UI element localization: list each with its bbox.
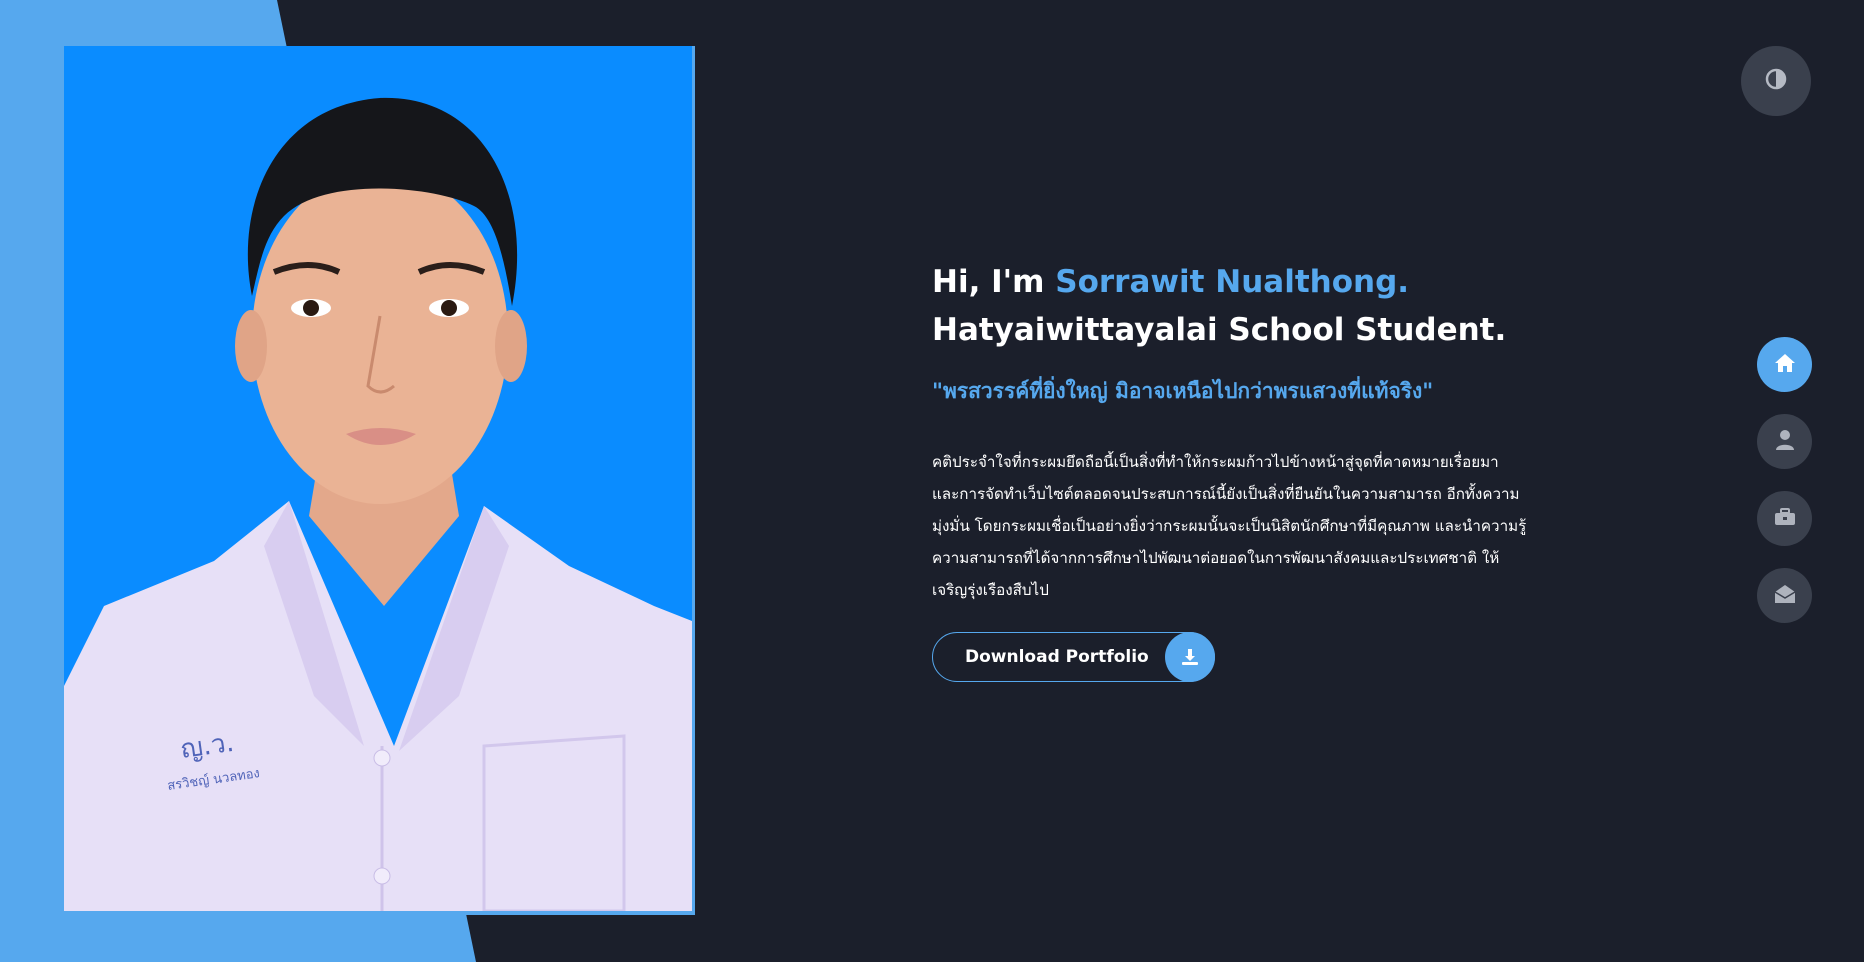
user-icon	[1775, 429, 1795, 455]
theme-toggle-button[interactable]	[1741, 46, 1811, 116]
description-line: มุ่งมั่น โดยกระผมเชื่อเป็นอย่างยิ่งว่ากร…	[932, 517, 1527, 535]
nav-item-contact[interactable]	[1757, 568, 1812, 623]
hero-name: Sorrawit Nualthong.	[1055, 264, 1410, 300]
briefcase-icon	[1774, 507, 1796, 531]
greeting-prefix: Hi, I'm	[932, 264, 1056, 300]
hero-role: Hatyaiwittayalai School Student.	[932, 312, 1507, 348]
hero-quote: "พรสวรรค์ที่ยิ่งใหญ่ มิอาจเหนือไปกว่าพรแ…	[932, 379, 1434, 403]
download-portfolio-button[interactable]: Download Portfolio	[932, 632, 1215, 682]
nav-item-home[interactable]	[1757, 337, 1812, 392]
profile-photo-frame: ญ.ว. สรวิชญ์ นวลทอง	[64, 46, 695, 915]
side-nav	[1757, 337, 1812, 645]
download-icon	[1165, 632, 1215, 682]
hero-description: คติประจำใจที่กระผมยึดถือนี้เป็นสิ่งที่ทำ…	[932, 446, 1582, 606]
nav-item-about[interactable]	[1757, 414, 1812, 469]
envelope-open-icon	[1774, 584, 1796, 608]
nav-item-portfolio[interactable]	[1757, 491, 1812, 546]
description-line: ความสามารถที่ได้จากการศึกษาไปพัฒนาต่อยอด…	[932, 549, 1500, 567]
download-portfolio-label: Download Portfolio	[965, 647, 1149, 667]
page: ญ.ว. สรวิชญ์ นวลทอง Hi, I'm Sorrawit Nua…	[0, 0, 1864, 962]
description-line: และการจัดทำเว็บไซต์ตลอดจนประสบการณ์นี้ยั…	[932, 485, 1520, 503]
profile-photo: ญ.ว. สรวิชญ์ นวลทอง	[64, 46, 692, 911]
hero-heading: Hi, I'm Sorrawit Nualthong. Hatyaiwittay…	[932, 258, 1592, 354]
home-icon	[1773, 352, 1797, 378]
description-line: คติประจำใจที่กระผมยึดถือนี้เป็นสิ่งที่ทำ…	[932, 453, 1499, 471]
hero-section: Hi, I'm Sorrawit Nualthong. Hatyaiwittay…	[932, 258, 1592, 682]
portrait-illustration: ญ.ว. สรวิชญ์ นวลทอง	[64, 46, 692, 911]
description-line: เจริญรุ่งเรืองสืบไป	[932, 581, 1049, 599]
contrast-icon	[1765, 68, 1787, 94]
